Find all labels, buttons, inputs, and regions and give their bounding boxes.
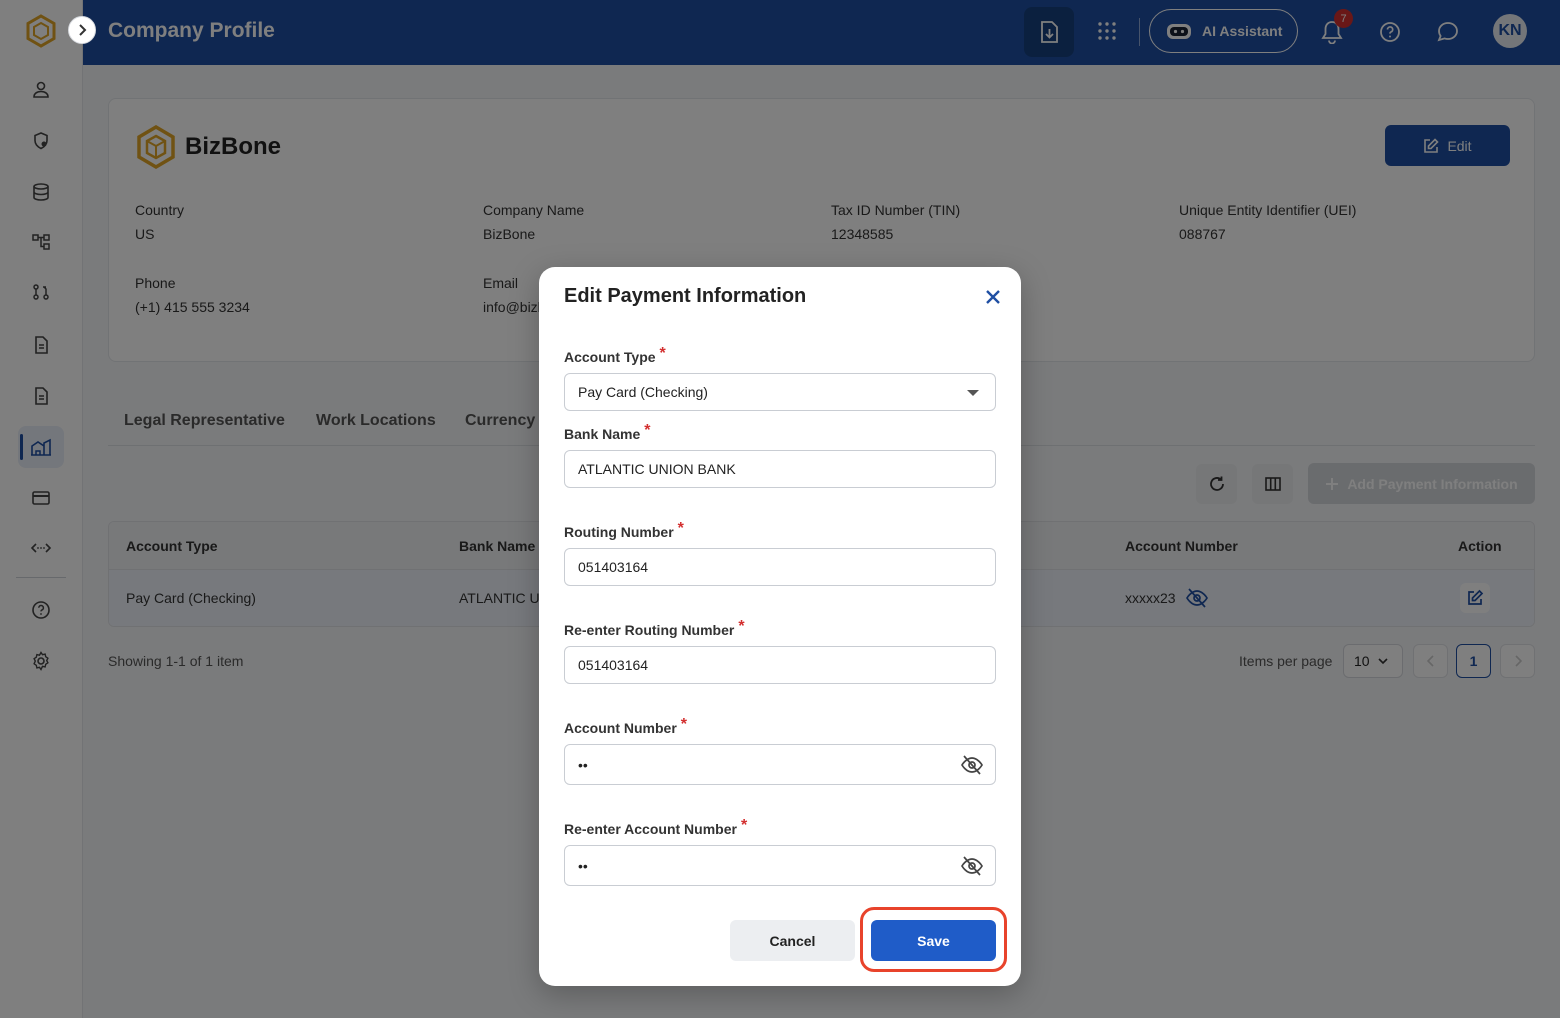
save-button-highlight (860, 907, 1007, 972)
reenter-routing-value: 051403164 (578, 657, 649, 673)
routing-number-value: 051403164 (578, 559, 649, 575)
account-number-label: Account Number * (564, 716, 688, 736)
toggle-visibility-button[interactable] (959, 854, 985, 878)
reenter-routing-label: Re-enter Routing Number * (564, 618, 745, 638)
bank-name-value: ATLANTIC UNION BANK (578, 461, 736, 477)
routing-number-input[interactable]: 051403164 (564, 548, 996, 586)
dropdown-arrow-icon (967, 390, 979, 396)
reenter-routing-input[interactable]: 051403164 (564, 646, 996, 684)
modal-title: Edit Payment Information (564, 285, 807, 307)
account-type-value: Pay Card (Checking) (578, 384, 708, 400)
account-type-label: Account Type * (564, 345, 666, 365)
sidebar-toggle-button[interactable] (68, 16, 96, 44)
reenter-account-value: •• (578, 857, 588, 874)
chevron-right-icon (79, 24, 87, 36)
close-icon (986, 290, 1000, 304)
eye-off-icon (961, 755, 983, 775)
cancel-button[interactable]: Cancel (730, 920, 855, 961)
edit-payment-modal: Edit Payment Information Account Type * P… (539, 267, 1021, 986)
account-type-select[interactable]: Pay Card (Checking) (564, 373, 996, 411)
reenter-account-input[interactable]: •• (564, 845, 996, 886)
routing-number-label: Routing Number * (564, 520, 684, 540)
account-number-input[interactable]: •• (564, 744, 996, 785)
bank-name-input[interactable]: ATLANTIC UNION BANK (564, 450, 996, 488)
toggle-visibility-button[interactable] (959, 753, 985, 777)
eye-off-icon (961, 856, 983, 876)
account-number-value: •• (578, 756, 588, 773)
bank-name-label: Bank Name * (564, 422, 651, 442)
close-button[interactable] (982, 286, 1004, 308)
reenter-account-label: Re-enter Account Number * (564, 817, 748, 837)
